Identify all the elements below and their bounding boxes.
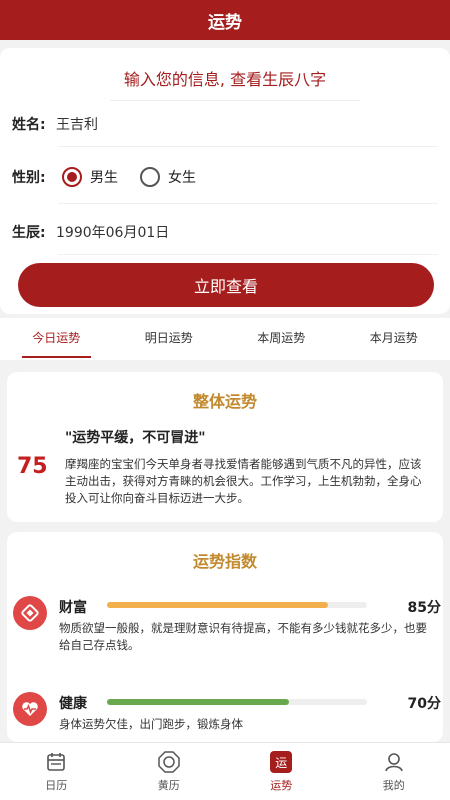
info-form-card: 输入您的信息, 查看生辰八字 姓名: 王吉利 性别: 男生 女生 生辰: 199… — [0, 48, 450, 314]
radio-unchecked-icon — [140, 167, 160, 187]
fortune-icon: 运 — [269, 750, 293, 774]
nav-item-fortune[interactable]: 运 运势 — [225, 743, 338, 800]
app-header: 运势 — [0, 0, 450, 40]
almanac-icon — [157, 750, 181, 774]
fortune-tabs: 今日运势 明日运势 本周运势 本月运势 — [0, 318, 450, 360]
index-name: 财富 — [59, 600, 87, 616]
index-name: 健康 — [59, 696, 87, 712]
name-field[interactable]: 王吉利 — [56, 114, 98, 134]
divider — [58, 254, 438, 255]
index-description: 物质欲望一般般，就是理财意识有待提高，不能有多少钱就花多少，也要给自己存点钱。 — [59, 621, 427, 652]
gender-label: 性别: — [12, 170, 46, 186]
divider — [110, 100, 360, 101]
divider — [58, 203, 438, 204]
nav-item-calendar[interactable]: 日历 — [0, 743, 113, 800]
nav-label: 日历 — [45, 779, 68, 792]
wealth-icon — [13, 596, 47, 630]
tab-today[interactable]: 今日运势 — [0, 318, 113, 360]
health-progress-bar — [107, 699, 367, 705]
nav-label: 黄历 — [157, 779, 180, 792]
overall-score: 75 — [17, 454, 48, 479]
fortune-slogan: "运势平缓，不可冒进" — [65, 430, 206, 446]
form-title: 输入您的信息, 查看生辰八字 — [123, 70, 327, 89]
radio-checked-icon — [62, 167, 82, 187]
name-row: 姓名: 王吉利 — [12, 114, 438, 134]
page-title: 运势 — [208, 12, 242, 33]
nav-label: 我的 — [382, 779, 405, 792]
wealth-progress-bar — [107, 602, 367, 608]
tab-month[interactable]: 本月运势 — [338, 318, 450, 360]
index-description: 身体运势欠佳，出门跑步，锻炼身体 — [59, 717, 243, 731]
birth-label: 生辰: — [12, 225, 46, 241]
calendar-icon — [44, 750, 68, 774]
progress-fill — [107, 699, 289, 705]
tab-tomorrow[interactable]: 明日运势 — [113, 318, 226, 360]
overall-description: 摩羯座的宝宝们今天单身者寻找爱情者能够遇到气质不凡的异性，应该主动出击，获得对方… — [65, 457, 422, 505]
nav-item-profile[interactable]: 我的 — [338, 743, 450, 800]
overall-fortune-card: 整体运势 75 "运势平缓，不可冒进" 摩羯座的宝宝们今天单身者寻找爱情者能够遇… — [7, 372, 443, 522]
name-label: 姓名: — [12, 117, 46, 133]
nav-item-almanac[interactable]: 黄历 — [113, 743, 226, 800]
birth-row: 生辰: 1990年06月01日 — [12, 222, 438, 242]
fortune-index-card: 运势指数 财富 85分 物质欲望一般般，就是理财意识有待提高，不能有多少钱就花多… — [7, 532, 443, 742]
overall-title: 整体运势 — [192, 392, 257, 411]
tab-week[interactable]: 本周运势 — [225, 318, 338, 360]
submit-button[interactable]: 立即查看 — [18, 263, 434, 307]
birth-field[interactable]: 1990年06月01日 — [56, 222, 169, 242]
divider — [58, 146, 438, 147]
nav-label: 运势 — [270, 779, 293, 792]
gender-option-label: 男生 — [90, 170, 118, 186]
gender-row: 性别: 男生 女生 — [12, 167, 438, 187]
profile-icon — [382, 750, 406, 774]
index-title: 运势指数 — [192, 552, 257, 571]
index-score: 85分 — [407, 600, 441, 616]
fortune-badge: 运 — [270, 751, 293, 773]
gender-male-radio[interactable]: 男生 — [62, 167, 118, 187]
progress-fill — [107, 602, 328, 608]
heart-icon — [13, 692, 47, 726]
gender-female-radio[interactable]: 女生 — [140, 167, 196, 187]
gender-option-label: 女生 — [168, 170, 196, 186]
index-score: 70分 — [407, 696, 441, 712]
bottom-nav: 日历 黄历 运 运势 我的 — [0, 742, 450, 800]
